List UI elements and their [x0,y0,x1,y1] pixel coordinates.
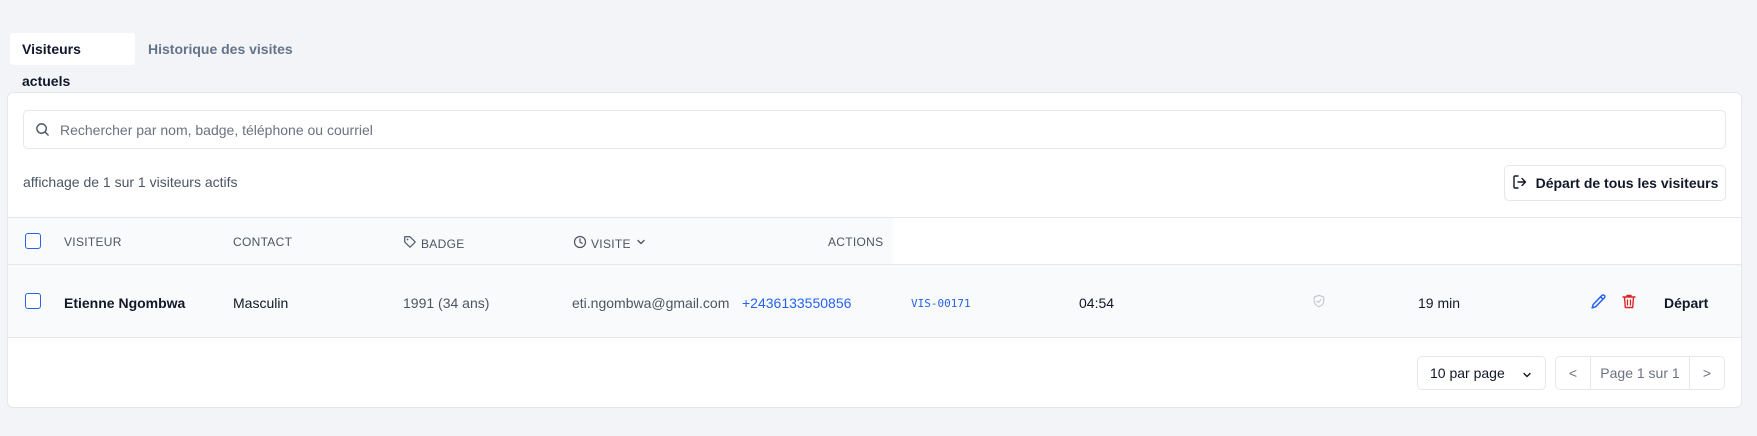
table-row: Etienne Ngombwa Masculin 1991 (34 ans) e… [8,265,1741,338]
tab-current-visitors[interactable]: Visiteurs actuels [10,33,135,89]
visitor-phone[interactable]: +2436133550856 [742,295,851,311]
clock-icon [573,235,587,252]
search-box[interactable] [23,110,1726,149]
depart-all-button[interactable]: Départ de tous les visiteurs [1504,165,1726,201]
per-page-value: 10 par page [1430,365,1505,381]
chevron-down-icon [635,236,647,251]
header-visit[interactable]: VISITE [573,235,647,252]
header-visit-label: VISITE [591,236,631,251]
row-checkbox[interactable] [25,293,41,309]
page-indicator: Page 1 sur 1 [1590,357,1690,389]
pagination: < Page 1 sur 1 > [1555,356,1725,390]
delete-icon[interactable] [1621,293,1637,315]
shield-check-icon [1312,294,1326,313]
header-contact: CONTACT [233,235,293,249]
tab-visit-history[interactable]: Historique des visites [136,33,305,65]
edit-icon[interactable] [1590,293,1607,315]
header-actions: ACTIONS [828,235,884,249]
prev-page-button[interactable]: < [1556,357,1590,389]
visitor-count-summary: affichage de 1 sur 1 visiteurs actifs [23,174,238,190]
next-page-button[interactable]: > [1690,357,1724,389]
search-input[interactable] [60,111,1660,148]
visitor-birth: 1991 (34 ans) [403,295,490,311]
header-badge-label: BADGE [421,236,465,251]
visitor-badge: VIS-00171 [911,297,971,310]
header-badge: BADGE [403,235,465,252]
logout-icon [1512,174,1528,193]
table-header: VISITEUR CONTACT BADGE VISITE ACTIONS [8,217,1741,265]
chevron-down-icon [1521,368,1533,384]
depart-all-label: Départ de tous les visiteurs [1535,175,1719,191]
per-page-select[interactable]: 10 par page [1417,356,1546,390]
header-visitor: VISITEUR [64,235,122,249]
visitor-gender: Masculin [233,295,289,311]
visit-duration: 19 min [1418,295,1461,311]
search-icon [35,122,50,142]
select-all-checkbox[interactable] [25,233,41,249]
visitor-name: Etienne Ngombwa [64,295,186,311]
visitor-email: eti.ngombwa@gmail.com [572,295,730,311]
tag-icon [403,235,417,252]
visit-time: 04:54 [1079,295,1115,311]
depart-button[interactable]: Départ [1664,295,1708,311]
